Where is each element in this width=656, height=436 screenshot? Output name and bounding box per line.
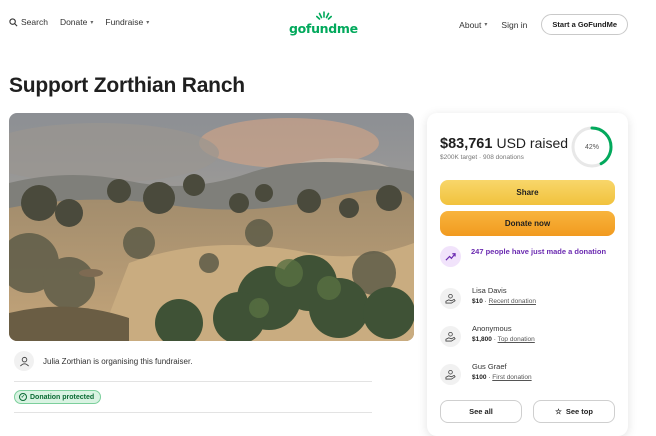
share-button[interactable]: Share [440,180,615,205]
page-title: Support Zorthian Ranch [9,74,245,97]
donor-amount: $10 [472,298,483,305]
gofundme-logo[interactable]: gofundme [289,11,358,37]
see-all-label: See all [469,407,493,416]
donor-amount: $100 [472,374,487,381]
search-icon [9,17,18,26]
donate-menu[interactable]: Donate ▾ [60,17,93,27]
donate-now-button[interactable]: Donate now [440,211,615,236]
divider [14,412,372,413]
donor-name: Anonymous [472,324,512,333]
donor-info: Gus Graef $100 · First donation [472,362,532,385]
about-menu[interactable]: About ▾ [459,20,487,30]
top-donation-link[interactable]: Top donation [498,336,535,343]
search-button[interactable]: Search [9,17,48,27]
donor-name: Gus Graef [472,362,507,371]
campaign-hero-image[interactable] [9,113,414,341]
donor-amount-line: $10 · Recent donation [472,298,536,305]
start-gofundme-button[interactable]: Start a GoFundMe [541,14,628,35]
donation-hand-icon [440,364,461,385]
top-nav: Search Donate ▾ Fundraise ▾ gofundme Abo… [0,0,656,50]
donor-info: Anonymous $1,800 · Top donation [472,324,535,347]
progress-label: 42% [584,143,599,151]
burned-landscape-photo [9,113,414,341]
organizer-text: Julia Zorthian is organising this fundra… [43,356,193,366]
target-text: $200K target [440,154,478,161]
donor-item: Anonymous $1,800 · Top donation [440,324,535,347]
recent-donation-link[interactable]: Recent donation [489,298,536,305]
recent-donations-text: 247 people have just made a donation [471,247,607,256]
donation-card: $83,761 USD raised $200K target · 908 do… [427,113,628,436]
donor-amount-line: $1,800 · Top donation [472,336,535,343]
raised-value: $83,761 [440,136,493,152]
nav-right: About ▾ Sign in Start a GoFundMe [459,14,628,35]
donation-hand-icon [440,326,461,347]
donor-amount: $1,800 [472,336,492,343]
donation-hand-icon [440,288,461,309]
sprout-icon [316,11,332,20]
donation-list-actions: See all ☆ See top [440,400,615,423]
donate-menu-label: Donate [59,17,88,27]
donor-item: Gus Graef $100 · First donation [440,362,532,385]
nav-left: Search Donate ▾ Fundraise ▾ [9,17,149,27]
about-menu-label: About [459,19,482,30]
donor-name: Lisa Davis [472,286,507,295]
donor-info: Lisa Davis $10 · Recent donation [472,286,536,309]
star-icon: ☆ [555,407,562,416]
raised-currency: USD raised [496,135,569,151]
logo-text: gofundme [289,21,358,36]
donations-count: 908 donations [483,154,524,161]
see-all-button[interactable]: See all [440,400,522,423]
chevron-down-icon: ▾ [484,22,488,28]
first-donation-link[interactable]: First donation [492,374,531,381]
fundraise-menu[interactable]: Fundraise ▾ [105,17,149,27]
divider [14,381,372,382]
trending-up-icon [440,246,461,267]
raised-subtext: $200K target · 908 donations [440,154,524,161]
fundraise-menu-label: Fundraise [105,17,144,27]
donor-item: Lisa Davis $10 · Recent donation [440,286,536,309]
shield-icon: ✓ [19,393,27,401]
see-top-button[interactable]: ☆ See top [533,400,615,423]
protected-label: Donation protected [30,393,95,401]
chevron-down-icon: ▾ [90,19,94,26]
raised-amount: $83,761 USD raised [440,135,568,152]
chevron-down-icon: ▾ [146,19,150,26]
search-label: Search [21,17,48,27]
organizer-row: Julia Zorthian is organising this fundra… [14,351,192,371]
person-icon [14,351,34,371]
recent-donations-summary: 247 people have just made a donation [440,246,611,267]
see-top-label: See top [565,407,593,416]
progress-ring: 42% [570,125,614,169]
donor-amount-line: $100 · First donation [472,374,532,381]
donation-protected-badge[interactable]: ✓ Donation protected [14,390,102,404]
sign-in-link[interactable]: Sign in [501,20,527,30]
